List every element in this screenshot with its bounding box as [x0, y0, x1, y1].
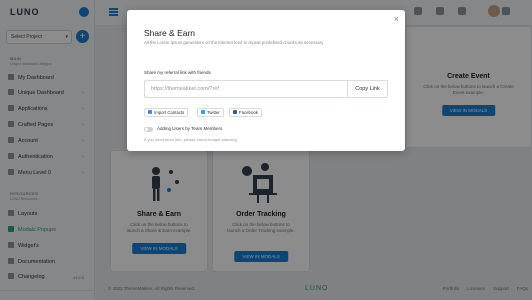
close-icon[interactable]: × [394, 14, 399, 24]
team-members-toggle[interactable] [144, 127, 153, 132]
share-earn-modal: × Share & Earn All the Lorem Ipsum gener… [127, 10, 405, 151]
social-label: Facebook [239, 110, 258, 115]
toggle-label: Adding Users by Team Members [157, 126, 223, 131]
referral-link-group: Copy Link [144, 80, 388, 98]
facebook-button[interactable]: Facebook [229, 108, 262, 117]
modal-subtitle: All the Lorem Ipsum generators on the In… [144, 40, 324, 45]
copy-link-button[interactable]: Copy Link [347, 81, 387, 97]
social-label: Twitter [207, 110, 220, 115]
modal-title: Share & Earn [144, 28, 196, 38]
google-icon [148, 110, 152, 114]
import-contacts-button[interactable]: Import Contacts [144, 108, 189, 117]
referral-link-input[interactable] [145, 81, 348, 97]
permission-note: If you need more info, please check budg… [144, 137, 237, 142]
twitter-button[interactable]: Twitter [197, 108, 224, 117]
facebook-icon [233, 110, 237, 114]
share-label: Share my referral link with friends [144, 70, 211, 75]
twitter-icon [201, 110, 205, 114]
social-label: Import Contacts [154, 110, 185, 115]
